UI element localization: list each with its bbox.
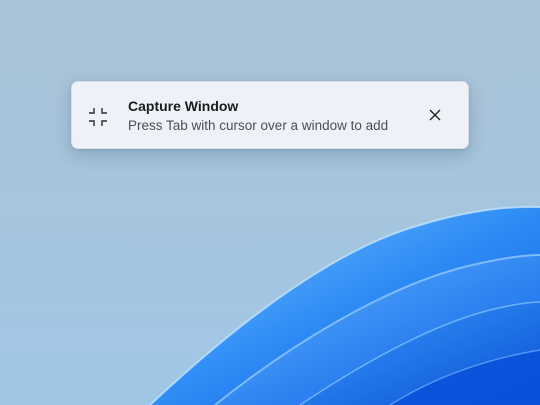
desktop-wallpaper	[0, 0, 540, 405]
capture-window-icon	[88, 107, 108, 127]
toast-subtitle: Press Tab with cursor over a window to a…	[128, 118, 389, 133]
close-button[interactable]	[420, 100, 450, 130]
toast-title: Capture Window	[128, 98, 239, 114]
close-icon	[429, 109, 441, 121]
capture-window-toast: Capture Window Press Tab with cursor ove…	[71, 81, 469, 149]
